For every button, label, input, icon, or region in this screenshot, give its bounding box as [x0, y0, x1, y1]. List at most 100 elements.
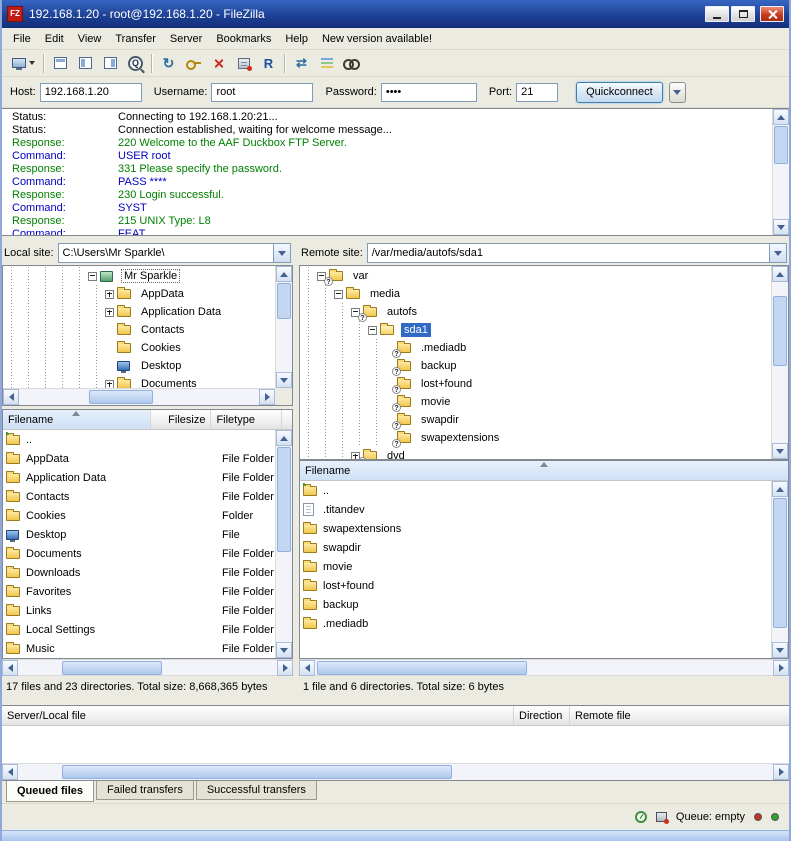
tree-item-mr-sparkle[interactable]: Mr Sparkle [3, 267, 275, 285]
file-row[interactable]: lost+found [300, 576, 771, 595]
disconnect-button[interactable] [231, 52, 256, 74]
scroll-down-button[interactable] [772, 642, 788, 658]
scroll-right-button[interactable] [277, 660, 293, 676]
menu-view[interactable]: View [71, 30, 109, 48]
menu-edit[interactable]: Edit [38, 30, 71, 48]
remote-directory-tree[interactable]: var media autofs [299, 265, 789, 460]
directory-comparison-button[interactable] [314, 52, 339, 74]
tab-successful-transfers[interactable]: Successful transfers [196, 781, 317, 800]
log-vertical-scrollbar[interactable] [772, 109, 789, 235]
host-input[interactable] [40, 83, 142, 102]
port-input[interactable] [516, 83, 558, 102]
scroll-left-button[interactable] [2, 764, 18, 780]
scrollbar-thumb[interactable] [773, 296, 787, 366]
file-row[interactable]: Links File Folder [3, 601, 275, 620]
encryption-status-icon[interactable] [656, 812, 667, 822]
scroll-up-button[interactable] [772, 266, 788, 282]
scrollbar-thumb[interactable] [774, 126, 788, 164]
tree-item-movie[interactable]: movie [300, 393, 771, 411]
file-row[interactable]: backup [300, 595, 771, 614]
menu-help[interactable]: Help [278, 30, 315, 48]
quickconnect-button[interactable]: Quickconnect [576, 82, 663, 103]
scroll-up-button[interactable] [276, 266, 292, 282]
remote-path-combo[interactable]: /var/media/autofs/sda1 [367, 243, 787, 263]
tree-item-media[interactable]: media [300, 285, 771, 303]
combo-dropdown-button[interactable] [769, 244, 786, 262]
maximize-button[interactable] [731, 6, 755, 22]
tree-item-autofs[interactable]: autofs [300, 303, 771, 321]
local-file-list[interactable]: Filename Filesize Filetype .. AppData Fi… [2, 409, 293, 659]
file-row[interactable]: Cookies Folder [3, 506, 275, 525]
scroll-down-button[interactable] [773, 219, 789, 235]
speed-limit-icon[interactable] [635, 811, 647, 823]
tree-item-documents[interactable]: Documents [3, 375, 275, 388]
scroll-right-button[interactable] [773, 660, 789, 676]
scroll-down-button[interactable] [276, 642, 292, 658]
scrollbar-thumb[interactable] [89, 390, 153, 404]
scrollbar-thumb[interactable] [773, 498, 787, 628]
scroll-down-button[interactable] [276, 372, 292, 388]
tree-item-application-data[interactable]: Application Data [3, 303, 275, 321]
scrollbar-thumb[interactable] [62, 661, 162, 675]
file-row[interactable]: swapdir [300, 538, 771, 557]
file-row[interactable]: Application Data File Folder [3, 468, 275, 487]
file-row[interactable]: Music File Folder [3, 639, 275, 658]
reconnect-button[interactable]: R [256, 52, 281, 74]
tab-queued-files[interactable]: Queued files [6, 781, 94, 802]
file-row[interactable]: Contacts File Folder [3, 487, 275, 506]
file-row-up[interactable]: .. [3, 430, 275, 449]
local-path-combo[interactable]: C:\Users\Mr Sparkle\ [58, 243, 291, 263]
column-header-filetype[interactable]: Filetype [211, 410, 282, 429]
username-input[interactable] [211, 83, 313, 102]
column-header-remote-file[interactable]: Remote file [570, 706, 789, 725]
remote-file-list[interactable]: Filename .. .titandev swapextensions swa… [299, 460, 789, 659]
synchronized-browsing-button[interactable]: ⇄ [289, 52, 314, 74]
file-row[interactable]: Downloads File Folder [3, 563, 275, 582]
password-input[interactable] [381, 83, 477, 102]
file-row-up[interactable]: .. [300, 481, 771, 500]
file-row[interactable]: .mediadb [300, 614, 771, 633]
menu-server[interactable]: Server [163, 30, 209, 48]
tree-item-backup[interactable]: backup [300, 357, 771, 375]
remote-horizontal-scrollbar[interactable] [299, 659, 789, 676]
minimize-button[interactable] [705, 6, 729, 22]
local-tree-horizontal-scrollbar[interactable] [3, 388, 275, 405]
tree-item-sda1[interactable]: sda1 [300, 321, 771, 339]
toggle-remote-tree-button[interactable] [98, 52, 123, 74]
tab-failed-transfers[interactable]: Failed transfers [96, 781, 194, 800]
collapse-icon[interactable] [368, 326, 377, 335]
menu-bookmarks[interactable]: Bookmarks [209, 30, 278, 48]
scroll-up-button[interactable] [773, 109, 789, 125]
tree-item-cookies[interactable]: Cookies [3, 339, 275, 357]
file-row[interactable]: Favorites File Folder [3, 582, 275, 601]
collapse-icon[interactable] [334, 290, 343, 299]
remote-list-vertical-scrollbar[interactable] [771, 481, 788, 658]
file-row[interactable]: AppData File Folder [3, 449, 275, 468]
scroll-down-button[interactable] [772, 443, 788, 459]
tree-item-mediadb[interactable]: .mediadb [300, 339, 771, 357]
local-tree-vertical-scrollbar[interactable] [275, 266, 292, 388]
local-horizontal-scrollbar[interactable] [2, 659, 293, 676]
expand-icon[interactable] [105, 308, 114, 317]
file-row[interactable]: Desktop File [3, 525, 275, 544]
toggle-message-log-button[interactable] [48, 52, 73, 74]
column-header-filename[interactable]: Filename [3, 410, 151, 429]
collapse-icon[interactable] [88, 272, 97, 281]
scroll-left-button[interactable] [299, 660, 315, 676]
find-files-button[interactable] [339, 52, 364, 74]
menu-new-version[interactable]: New version available! [315, 30, 439, 48]
tree-item-desktop[interactable]: Desktop [3, 357, 275, 375]
message-log[interactable]: Status:Connecting to 192.168.1.20:21... … [2, 108, 789, 236]
file-row[interactable]: swapextensions [300, 519, 771, 538]
file-row[interactable]: .titandev [300, 500, 771, 519]
scroll-left-button[interactable] [2, 660, 18, 676]
site-manager-button[interactable] [6, 52, 40, 74]
menu-file[interactable]: File [6, 30, 38, 48]
remote-tree-vertical-scrollbar[interactable] [771, 266, 788, 459]
toggle-local-tree-button[interactable] [73, 52, 98, 74]
process-queue-button[interactable] [181, 52, 206, 74]
column-header-filesize[interactable]: Filesize [151, 410, 212, 429]
column-header-server-local-file[interactable]: Server/Local file [2, 706, 514, 725]
scroll-right-button[interactable] [773, 764, 789, 780]
scroll-left-button[interactable] [3, 389, 19, 405]
